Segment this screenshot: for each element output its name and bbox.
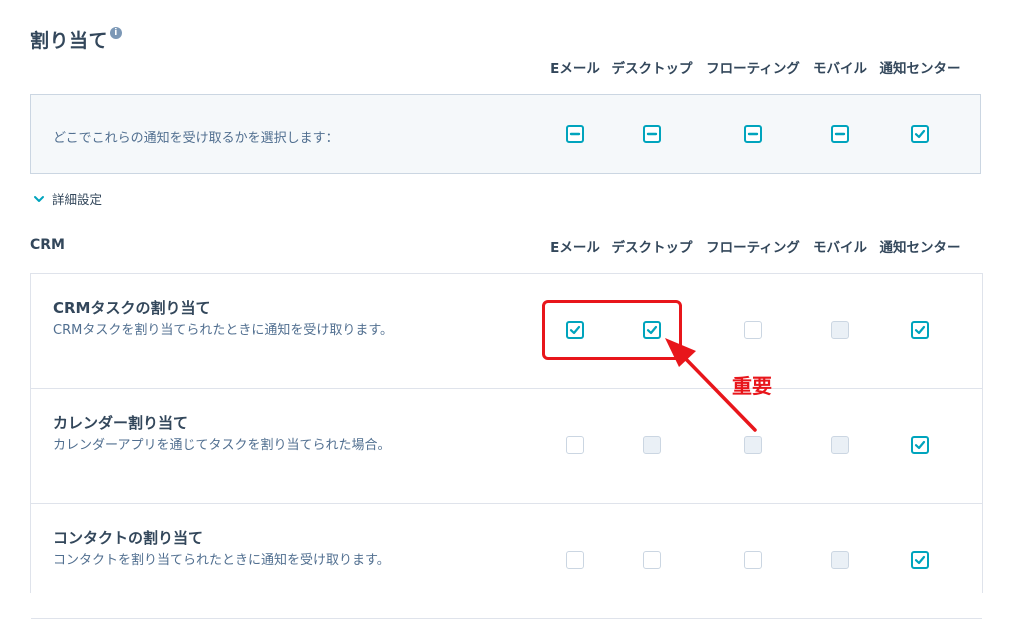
row-checkbox-mobile	[831, 551, 849, 569]
header-column-mobile: モバイル	[813, 61, 867, 77]
row-checkbox-mobile	[831, 321, 849, 339]
row-checkbox-desktop[interactable]	[643, 551, 661, 569]
row-checkbox-email[interactable]	[566, 436, 584, 454]
header-column-floating: フローティング	[706, 61, 800, 77]
row-checkbox-notification-center[interactable]	[911, 321, 929, 339]
annotation-label: 重要	[732, 374, 772, 398]
row-checkbox-notification-center[interactable]	[911, 551, 929, 569]
header-column-email: Eメール	[550, 61, 600, 77]
master-label: どこでこれらの通知を受け取るかを選択します：	[53, 131, 339, 146]
crm-header-column-mobile: モバイル	[813, 240, 867, 256]
master-checkbox-notification-center[interactable]	[911, 125, 929, 143]
row-description: CRMタスクを割り当てられたときに通知を受け取ります。	[53, 323, 394, 338]
advanced-settings-label: 詳細設定	[52, 192, 103, 207]
section-title: 割り当て i	[30, 26, 123, 53]
crm-header-column-floating: フローティング	[706, 240, 800, 256]
row-description: コンタクトを割り当てられたときに通知を受け取ります。	[53, 553, 390, 568]
crm-header-column-notification-center: 通知センター	[879, 240, 961, 256]
crm-header-column-desktop: デスクトップ	[611, 240, 693, 256]
crm-header-column-email: Eメール	[550, 240, 600, 256]
header-column-notification-center: 通知センター	[879, 61, 961, 77]
master-checkbox-floating[interactable]	[744, 125, 762, 143]
crm-section-title: CRM	[30, 237, 65, 253]
master-checkbox-email[interactable]	[566, 125, 584, 143]
info-icon[interactable]: i	[110, 27, 123, 39]
row-checkbox-email[interactable]	[566, 551, 584, 569]
row-checkbox-floating[interactable]	[744, 551, 762, 569]
row-title: カレンダー割り当て	[53, 414, 189, 432]
chevron-down-icon	[34, 195, 44, 202]
row-checkbox-desktop	[643, 436, 661, 454]
row-description: カレンダーアプリを通じてタスクを割り当てられた場合。	[53, 438, 391, 453]
header-column-desktop: デスクトップ	[611, 61, 693, 77]
row-title: コンタクトの割り当て	[53, 529, 204, 547]
section-title-text: 割り当て	[30, 30, 109, 52]
row-checkbox-mobile	[831, 436, 849, 454]
master-checkbox-mobile[interactable]	[831, 125, 849, 143]
row-checkbox-notification-center[interactable]	[911, 436, 929, 454]
row-title: CRMタスクの割り当て	[53, 299, 211, 317]
advanced-settings-toggle[interactable]: 詳細設定	[32, 189, 102, 208]
master-checkbox-desktop[interactable]	[643, 125, 661, 143]
